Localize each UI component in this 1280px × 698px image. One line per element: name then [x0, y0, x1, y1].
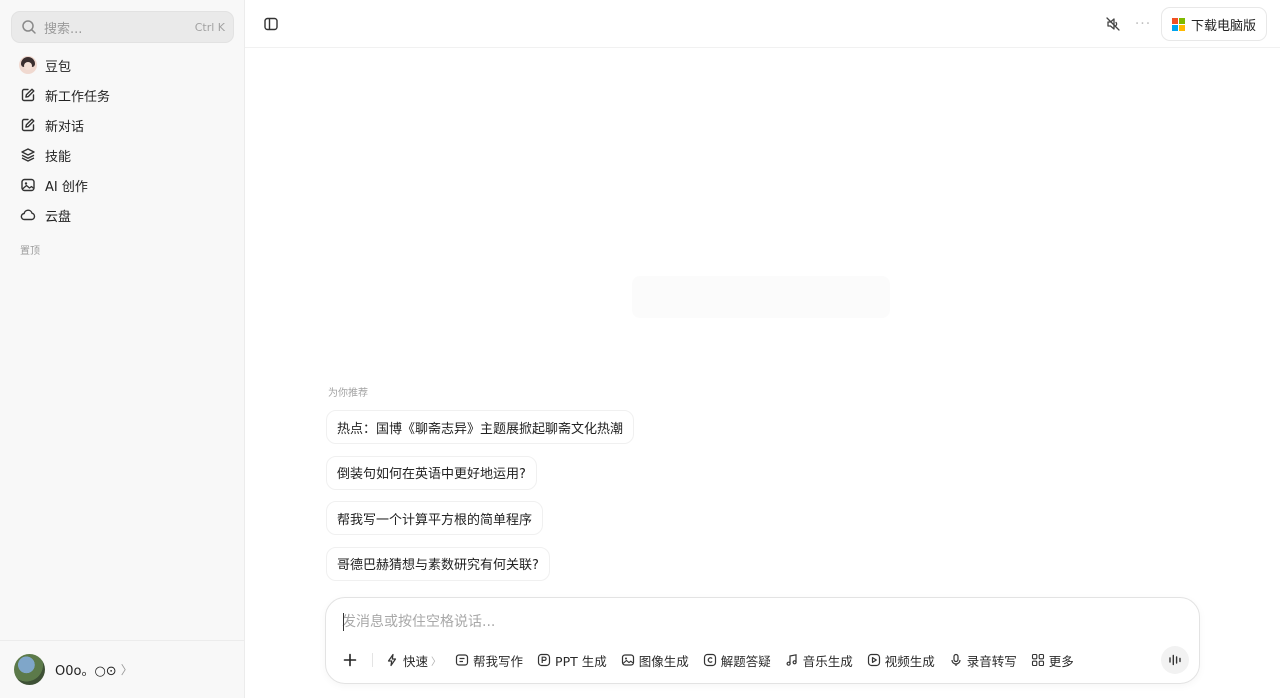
mute-icon — [1106, 17, 1120, 31]
sidebar-item-new-task[interactable]: 新工作任务 — [11, 80, 234, 110]
pinned-section-label: 置顶 — [20, 246, 40, 257]
doc-icon — [455, 653, 469, 667]
bolt-icon — [385, 653, 399, 667]
sidebar: 搜索... Ctrl K 豆包 新工作任务 新对话 技能 AI 创作 云盘 置顶… — [0, 0, 245, 698]
tool-more-button[interactable]: 更多 — [1027, 648, 1078, 672]
user-name: O0o。○⊙ — [55, 664, 117, 679]
recommendation-item[interactable]: 倒装句如何在英语中更好地运用? — [326, 455, 537, 490]
search-shortcut: Ctrl K — [194, 20, 225, 34]
sidebar-item-cloud[interactable]: 云盘 — [11, 200, 234, 230]
tool-image-button[interactable]: 图像生成 — [617, 648, 693, 672]
video-icon — [867, 653, 881, 667]
tool-label: 更多 — [1048, 653, 1074, 669]
sidebar-nav: 豆包 新工作任务 新对话 技能 AI 创作 云盘 — [11, 50, 234, 230]
tool-label: 帮我写作 — [473, 653, 524, 669]
sidebar-item-label: 豆包 — [45, 59, 72, 75]
top-bar: ··· 下载电脑版 — [245, 0, 1280, 48]
message-composer: 快速 〉 帮我写作 PPT 生成 图像生成 解题答疑 音乐生成 视频生成 — [325, 597, 1200, 684]
user-profile[interactable]: O0o。○⊙ 〉 — [0, 640, 244, 698]
loading-placeholder — [632, 276, 890, 318]
sidebar-item-label: AI 创作 — [45, 179, 88, 195]
tool-solve-button[interactable]: 解题答疑 — [699, 648, 775, 672]
music-icon — [785, 653, 799, 667]
solve-icon — [703, 653, 717, 667]
recommendation-item[interactable]: 热点：国博《聊斋志异》主题展掀起聊斋文化热潮 — [326, 410, 635, 444]
doubao-avatar-icon — [19, 56, 37, 74]
download-label: 下载电脑版 — [1190, 18, 1256, 34]
recommendation-list: 热点：国博《聊斋志异》主题展掀起聊斋文化热潮 倒装句如何在英语中更好地运用? 帮… — [326, 410, 635, 592]
message-input[interactable] — [342, 610, 1162, 634]
sidebar-item-new-chat[interactable]: 新对话 — [11, 110, 234, 140]
sidebar-item-ai-create[interactable]: AI 创作 — [11, 170, 234, 200]
sidebar-item-skills[interactable]: 技能 — [11, 140, 234, 170]
tool-writing-button[interactable]: 帮我写作 — [451, 648, 527, 672]
image-icon — [621, 653, 635, 667]
recommendation-item[interactable]: 哥德巴赫猜想与素数研究有何关联? — [326, 546, 550, 581]
tool-label: 图像生成 — [638, 653, 689, 669]
tool-label: 录音转写 — [966, 653, 1017, 669]
recommend-label: 为你推荐 — [328, 388, 368, 399]
sidebar-item-label: 技能 — [45, 149, 72, 165]
ppt-icon — [537, 653, 551, 667]
avatar — [14, 654, 45, 685]
audio-wave-icon — [1169, 654, 1181, 666]
composer-toolbar: 快速 〉 帮我写作 PPT 生成 图像生成 解题答疑 音乐生成 视频生成 录音转… — [338, 648, 1084, 672]
add-attachment-button[interactable] — [338, 648, 362, 672]
sidebar-item-label: 新工作任务 — [45, 89, 111, 105]
toolbar-divider — [372, 653, 373, 667]
tool-label: 快速 — [403, 653, 429, 669]
edit-icon — [19, 86, 37, 104]
search-icon — [20, 18, 38, 36]
image-icon — [19, 176, 37, 194]
tool-label: PPT 生成 — [555, 653, 607, 669]
mute-button[interactable] — [1103, 14, 1123, 34]
tool-video-button[interactable]: 视频生成 — [863, 648, 939, 672]
chevron-right-icon: 〉 — [120, 663, 133, 677]
layers-icon — [19, 146, 37, 164]
sidebar-toggle-button[interactable] — [261, 14, 281, 34]
search-box[interactable]: 搜索... Ctrl K — [11, 11, 234, 43]
text-caret — [343, 613, 344, 631]
tool-music-button[interactable]: 音乐生成 — [781, 648, 857, 672]
tool-label: 视频生成 — [884, 653, 935, 669]
search-placeholder: 搜索... — [44, 21, 83, 37]
windows-logo-icon — [1171, 17, 1185, 31]
sidebar-toggle-icon — [264, 17, 278, 31]
voice-input-button[interactable] — [1161, 646, 1189, 674]
more-options-button[interactable]: ··· — [1133, 14, 1153, 34]
plus-icon — [343, 653, 357, 667]
grid-icon — [1031, 653, 1045, 667]
tool-label: 解题答疑 — [720, 653, 771, 669]
cloud-icon — [19, 206, 37, 224]
sidebar-item-label: 云盘 — [45, 209, 72, 225]
chevron-right-icon: 〉 — [431, 656, 442, 668]
recommendation-item[interactable]: 帮我写一个计算平方根的简单程序 — [326, 501, 544, 535]
sidebar-item-label: 新对话 — [45, 119, 85, 135]
edit-icon — [19, 116, 37, 134]
tool-ppt-button[interactable]: PPT 生成 — [533, 648, 611, 672]
sidebar-item-doubao[interactable]: 豆包 — [11, 50, 234, 80]
download-desktop-button[interactable]: 下载电脑版 — [1161, 7, 1267, 41]
tool-transcribe-button[interactable]: 录音转写 — [945, 648, 1021, 672]
tool-label: 音乐生成 — [802, 653, 853, 669]
mode-quick-button[interactable]: 快速 〉 — [381, 648, 445, 672]
mic-icon — [949, 653, 963, 667]
